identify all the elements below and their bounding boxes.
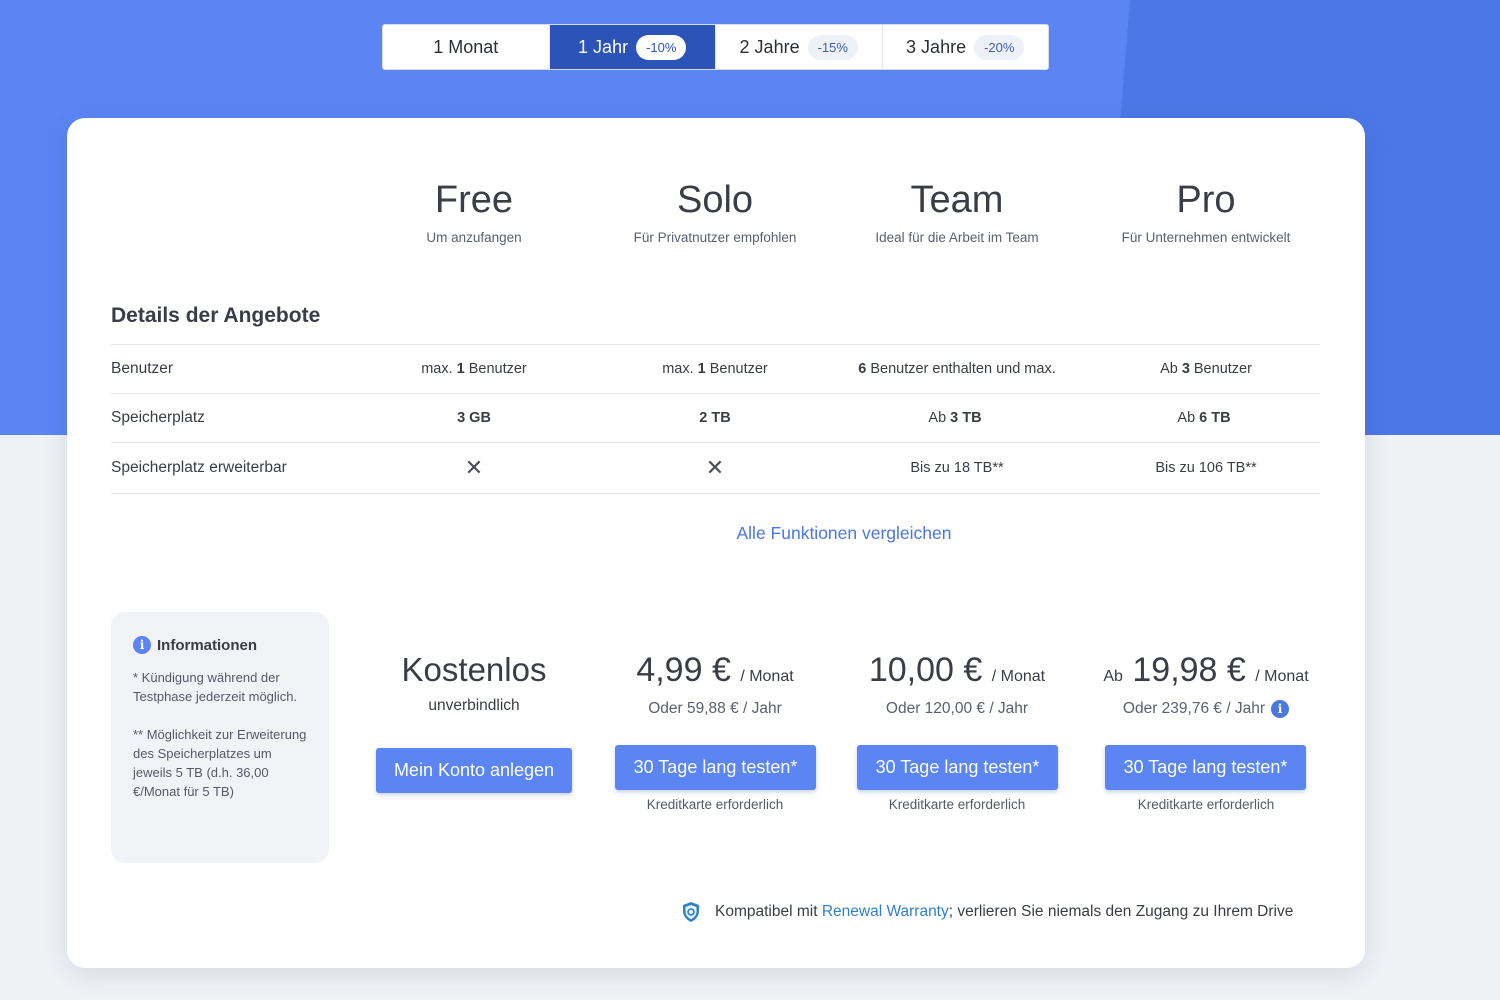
tab-label: 1 Jahr (578, 36, 629, 57)
trial-button-team[interactable]: 30 Tage lang testen* (857, 745, 1058, 790)
table-cell: ✕ (595, 443, 835, 493)
renewal-warranty-note: Kompatibel mit Renewal Warranty; verlier… (681, 901, 1293, 923)
info-note: ** Möglichkeit zur Erweiterung des Speic… (133, 727, 307, 799)
row-label: Speicherplatz (111, 409, 205, 426)
price-yearly: Oder 59,88 € / Jahr (648, 700, 782, 717)
discount-badge: -20% (974, 34, 1025, 60)
table-row: Speicherplatz erweiterbar ✕ ✕ Bis zu 18 … (111, 442, 1320, 494)
credit-card-note: Kreditkarte erforderlich (646, 797, 784, 812)
price-period: / Monat (1255, 668, 1309, 685)
credit-card-note: Kreditkarte erforderlich (1137, 797, 1275, 812)
trial-button-solo[interactable]: 30 Tage lang testen* (615, 745, 816, 790)
price-solo: 4,99 € / Monat Oder 59,88 € / Jahr (595, 650, 835, 718)
plan-name: Team (910, 179, 1004, 221)
tab-1-jahr[interactable]: 1 Jahr -10% (549, 25, 716, 69)
table-cell: max. 1 Benutzer (421, 361, 527, 377)
table-cell: Ab 3 TB (928, 410, 982, 426)
credit-card-note: Kreditkarte erforderlich (888, 797, 1026, 812)
discount-badge: -15% (807, 34, 858, 60)
plan-header-team: Team Ideal für die Arbeit im Team (837, 178, 1077, 245)
tab-2-jahre[interactable]: 2 Jahre -15% (716, 25, 883, 69)
plan-name: Solo (676, 179, 754, 221)
plan-subtitle: Um anzufangen (426, 230, 522, 245)
section-title: Details der Angebote (111, 304, 321, 327)
footer-text: Kompatibel mit (715, 903, 818, 920)
plan-header-free: Free Um anzufangen (354, 178, 594, 245)
tab-1-monat[interactable]: 1 Monat (383, 25, 550, 69)
footer-text: ; verlieren Sie niemals den Zugang zu Ih… (948, 903, 1294, 920)
price-prefix: Ab (1103, 668, 1123, 685)
price-free: Kostenlos unverbindlich (354, 650, 594, 715)
info-box: i Informationen * Kündigung während der … (111, 612, 329, 863)
tab-label: 1 Monat (433, 36, 499, 57)
tab-3-jahre[interactable]: 3 Jahre -20% (883, 25, 1049, 69)
table-cell: max. 1 Benutzer (662, 361, 768, 377)
table-cell: Ab 3 Benutzer (1160, 361, 1252, 377)
plan-subtitle: Für Privatnutzer empfohlen (633, 230, 797, 245)
billing-period-selector: 1 Monat 1 Jahr -10% 2 Jahre -15% 3 Jahre… (382, 24, 1049, 70)
plan-subtitle: Für Unternehmen entwickelt (1121, 230, 1291, 245)
price-amount: 19,98 € (1132, 651, 1246, 689)
table-row: Benutzer max. 1 Benutzer max. 1 Benutzer 6 Be… (111, 344, 1320, 393)
table-cell: Bis zu 106 TB** (1155, 460, 1257, 476)
renewal-warranty-link[interactable]: Renewal Warranty (822, 903, 949, 920)
table-cell: Bis zu 18 TB** (910, 460, 1004, 476)
create-account-button[interactable]: Mein Konto anlegen (376, 748, 572, 793)
price-pro: Ab 19,98 € / Monat Oder 239,76 € / Jahr … (1086, 650, 1326, 718)
price-title: Kostenlos (401, 651, 547, 688)
row-label: Speicherplatz erweiterbar (111, 459, 287, 476)
info-icon: i (133, 636, 151, 654)
price-amount: 4,99 € (636, 651, 731, 689)
tab-label: 2 Jahre (739, 36, 800, 57)
table-cell: 2 TB (699, 410, 731, 426)
price-amount: 10,00 € (868, 651, 983, 689)
plan-header-solo: Solo Für Privatnutzer empfohlen (595, 178, 835, 245)
table-cell: ✕ (354, 443, 594, 493)
trial-button-pro[interactable]: 30 Tage lang testen* (1105, 745, 1306, 790)
shield-icon (683, 902, 699, 922)
tab-label: 3 Jahre (906, 36, 967, 57)
info-note: * Kündigung während der Testphase jederz… (133, 670, 298, 704)
compare-features-link[interactable]: Alle Funktionen vergleichen (67, 523, 1365, 544)
table-row: Speicherplatz 3 GB 2 TB Ab 3 TB Ab 6 TB (111, 393, 1320, 442)
pricing-card: Free Um anzufangen Solo Für Privatnutzer… (67, 118, 1365, 968)
price-yearly: Oder 120,00 € / Jahr (885, 700, 1029, 717)
plan-name: Pro (1176, 179, 1236, 221)
info-title: Informationen (157, 636, 257, 654)
table-cell: 3 GB (457, 410, 491, 426)
price-period: / Monat (740, 668, 794, 685)
plan-header-pro: Pro Für Unternehmen entwickelt (1086, 178, 1326, 245)
cross-icon: ✕ (705, 455, 725, 480)
cross-icon: ✕ (464, 455, 484, 480)
price-subtitle: unverbindlich (428, 697, 520, 714)
plan-name: Free (434, 179, 514, 221)
info-icon[interactable]: i (1271, 700, 1290, 718)
plan-subtitle: Ideal für die Arbeit im Team (875, 230, 1039, 245)
details-table: Benutzer max. 1 Benutzer max. 1 Benutzer 6 Be… (111, 344, 1320, 494)
table-cell: Ab 6 TB (1177, 410, 1231, 426)
price-period: / Monat (991, 668, 1046, 685)
discount-badge: -10% (636, 34, 687, 60)
row-label: Benutzer (111, 360, 174, 377)
table-cell: 6 Benutzer enthalten und max. (858, 361, 1056, 377)
price-yearly: Oder 239,76 € / Jahr i (1086, 700, 1326, 718)
price-team: 10,00 € / Monat Oder 120,00 € / Jahr (837, 650, 1077, 718)
